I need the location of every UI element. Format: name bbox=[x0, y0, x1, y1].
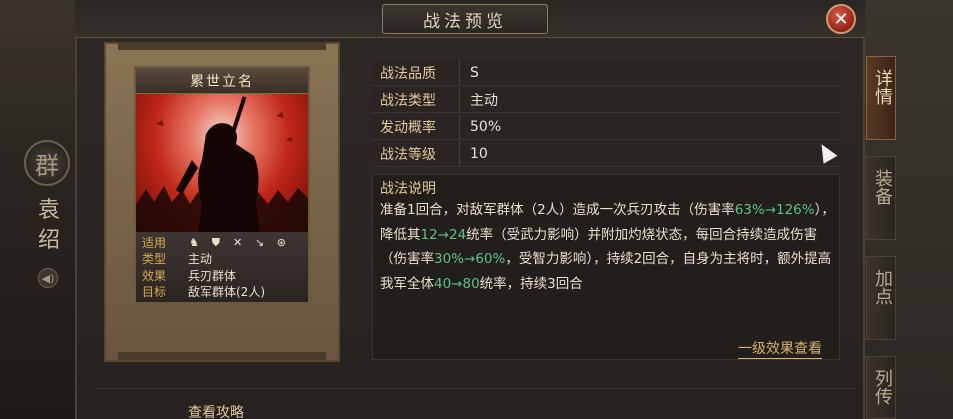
attr-value: 主动 bbox=[470, 92, 498, 109]
warrior-silhouette bbox=[136, 96, 308, 232]
bow-icon: ✕ bbox=[233, 236, 243, 250]
faction-glyph: 群 bbox=[24, 140, 70, 186]
level-effect-link[interactable]: 一级效果查看 bbox=[738, 338, 822, 359]
info-key: 目标 bbox=[142, 285, 167, 300]
faction-badge: 群 袁绍 ◀) bbox=[24, 140, 72, 290]
info-row-target: 目标 敌军群体(2人) bbox=[142, 284, 302, 301]
shield-icon: ⛊ bbox=[211, 236, 220, 250]
attr-row-probability: 发动概率 50% bbox=[372, 114, 840, 140]
info-value: 主动 bbox=[188, 252, 213, 267]
desc-value: 30%→60% bbox=[434, 251, 506, 267]
scroll-rod-top bbox=[118, 42, 326, 50]
description-title: 战法说明 bbox=[380, 181, 436, 197]
attr-value: S bbox=[470, 64, 479, 81]
desc-value: 12→24 bbox=[420, 226, 467, 243]
divider bbox=[96, 388, 856, 389]
info-value: 兵刃群体 bbox=[188, 268, 237, 283]
tab-equipment[interactable]: 装备 bbox=[866, 156, 896, 240]
siege-icon: ⊛ bbox=[276, 236, 286, 250]
window-title: 战法预览 bbox=[382, 4, 548, 34]
info-value: 敌军群体(2人) bbox=[188, 285, 265, 300]
attr-key: 战法品质 bbox=[372, 60, 460, 85]
cavalry-icon: ♞ bbox=[189, 236, 199, 250]
info-row-effect: 效果 兵刃群体 bbox=[142, 267, 302, 284]
desc-part: 统率，持续3回合 bbox=[479, 275, 583, 292]
attr-key: 战法等级 bbox=[372, 141, 460, 166]
tab-label: 列传 bbox=[872, 369, 893, 405]
close-button[interactable]: ✕ bbox=[826, 4, 856, 34]
troop-icons: ♞ ⛊ ✕ ↘ ⊛ bbox=[188, 235, 293, 249]
desc-value: 63%→126% bbox=[734, 202, 815, 218]
info-row-applicable: 适用 ♞ ⛊ ✕ ↘ ⊛ bbox=[142, 234, 302, 251]
attr-row-quality: 战法品质 S bbox=[372, 60, 840, 86]
info-key: 类型 bbox=[142, 252, 167, 267]
general-name: 袁绍 bbox=[37, 198, 60, 253]
attr-key: 战法类型 bbox=[372, 87, 460, 112]
tab-details[interactable]: 详情 bbox=[866, 56, 896, 140]
desc-part: 准备1回合，对敌军群体（2人）造成一次兵刃攻击（伤害率 bbox=[380, 202, 735, 218]
tab-label: 加点 bbox=[872, 269, 893, 305]
info-key: 适用 bbox=[142, 235, 167, 250]
info-row-type: 类型 主动 bbox=[142, 251, 302, 268]
desc-value: 40→80 bbox=[434, 275, 480, 292]
attr-row-level: 战法等级 10 bbox=[372, 141, 840, 167]
description-text: 准备1回合，对敌军群体（2人）造成一次兵刃攻击（伤害率63%→126%），降低其… bbox=[380, 198, 840, 296]
speaker-icon[interactable]: ◀) bbox=[38, 268, 58, 288]
info-key: 效果 bbox=[142, 268, 167, 283]
strategy-guide-link[interactable]: 查看攻略 bbox=[188, 402, 244, 419]
attr-value: 10 bbox=[470, 145, 488, 162]
tab-points[interactable]: 加点 bbox=[866, 256, 896, 340]
skill-card-info: 适用 ♞ ⛊ ✕ ↘ ⊛ 类型 主动 效果 兵刃群体 目标 敌军群体(2人) bbox=[136, 232, 308, 302]
skill-card-title: 累世立名 bbox=[136, 68, 308, 94]
tab-label: 详情 bbox=[872, 69, 893, 105]
scroll-rod-bottom bbox=[118, 352, 326, 360]
attr-key: 发动概率 bbox=[372, 114, 460, 139]
tab-label: 装备 bbox=[872, 169, 893, 205]
spear-icon: ↘ bbox=[254, 236, 265, 250]
tab-biography[interactable]: 列传 bbox=[866, 356, 896, 419]
skill-artwork bbox=[136, 94, 308, 232]
attr-value: 50% bbox=[470, 118, 502, 135]
attr-row-type: 战法类型 主动 bbox=[372, 87, 840, 113]
skill-card: 累世立名 适用 ♞ ⛊ ✕ ↘ ⊛ 类型 主动 效果 兵刃群体 目标 敌军群体(… bbox=[134, 66, 310, 304]
